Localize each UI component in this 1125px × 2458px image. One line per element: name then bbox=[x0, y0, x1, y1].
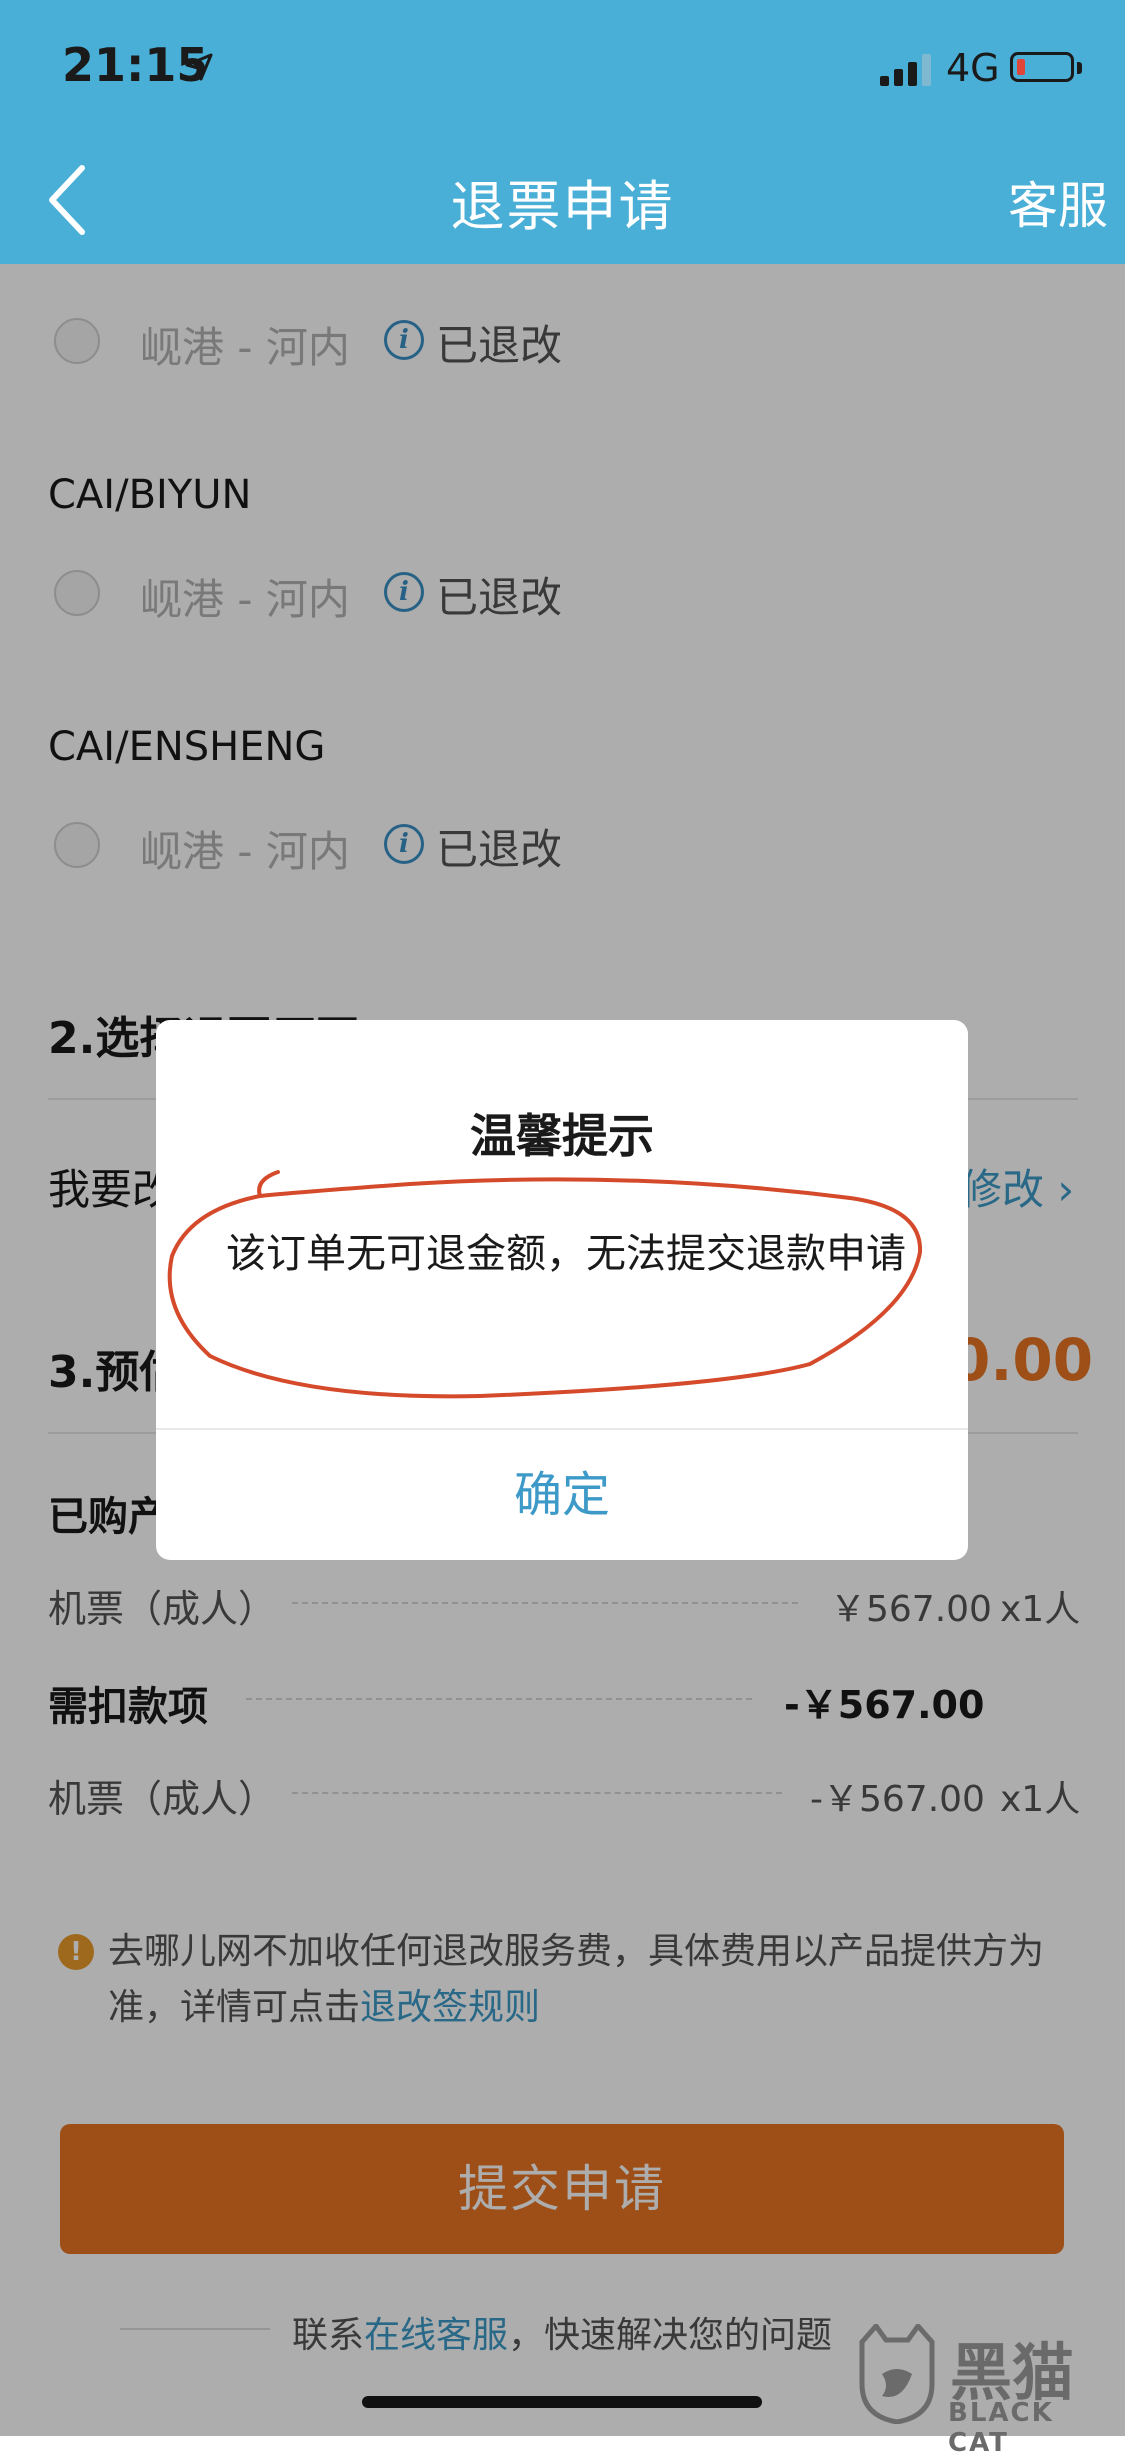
watermark-subtext: BLACK CAT bbox=[948, 2398, 1054, 2458]
dialog-title: 温馨提示 bbox=[470, 1109, 654, 1163]
signal-strength-icon bbox=[880, 54, 931, 86]
black-cat-logo-icon bbox=[859, 2324, 935, 2424]
location-arrow-icon bbox=[185, 53, 213, 81]
battery-icon bbox=[1010, 52, 1074, 82]
red-circle-annotation bbox=[167, 1170, 923, 1399]
home-indicator bbox=[362, 2396, 762, 2408]
network-type: 4G bbox=[946, 46, 1000, 90]
page-title: 退票申请 bbox=[450, 175, 675, 238]
battery-tip bbox=[1077, 62, 1082, 74]
dialog-confirm-button[interactable]: 确定 bbox=[156, 1430, 968, 1560]
customer-service-button[interactable]: 客服 bbox=[1008, 166, 1108, 238]
